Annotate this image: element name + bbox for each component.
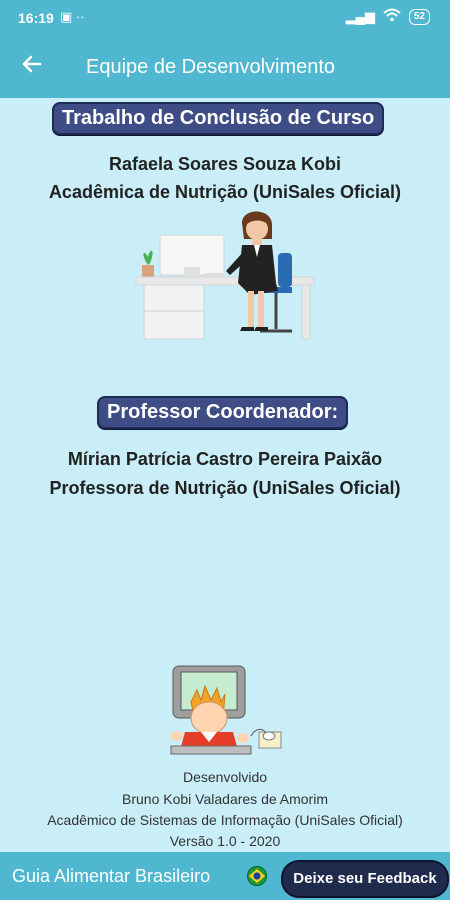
student-role: Acadêmica de Nutrição (UniSales Oficial) xyxy=(48,182,402,202)
app-bar: Equipe de Desenvolvimento xyxy=(0,36,450,98)
back-arrow-icon[interactable] xyxy=(20,52,44,76)
developer-illustration xyxy=(170,665,282,755)
wifi-icon xyxy=(383,8,401,25)
app-name-label: Guia Alimentar Brasileiro xyxy=(12,866,211,886)
bottom-bar: Guia Alimentar Brasileiro Deixe seu Feed… xyxy=(0,852,450,900)
student-name: Rafaela Soares Souza Kobi xyxy=(108,154,342,174)
notification-icons: ▣ ·· xyxy=(60,9,85,24)
tcc-heading-badge: Trabalho de Conclusão de Curso xyxy=(52,102,385,135)
coordinator-name: Mírian Patrícia Castro Pereira Paixão xyxy=(67,449,383,469)
coordinator-role: Professora de Nutrição (UniSales Oficial… xyxy=(49,478,401,498)
developer-name: Bruno Kobi Valadares de Amorim xyxy=(122,791,328,807)
battery-icon: 52 xyxy=(408,8,430,25)
page-title: Equipe de Desenvolvimento xyxy=(86,56,336,78)
status-bar: 16:19 ▣ ·· ▂▄▆ 52 xyxy=(0,0,450,36)
developer-role: Acadêmico de Sistemas de Informação (Uni… xyxy=(47,812,403,828)
woman-at-desk-illustration xyxy=(135,211,315,340)
brazil-flag-icon xyxy=(247,866,267,886)
status-time: 16:19 xyxy=(18,10,54,26)
status-right-icons: ▂▄▆ 52 xyxy=(346,8,430,25)
credits-developed: Desenvolvido xyxy=(182,769,268,785)
signal-icon: ▂▄▆ xyxy=(345,8,375,24)
app-version: Versão 1.0 - 2020 xyxy=(169,833,281,849)
coordinator-heading-badge: Professor Coordenador: xyxy=(97,396,349,429)
feedback-button[interactable]: Deixe seu Feedback xyxy=(281,860,449,898)
